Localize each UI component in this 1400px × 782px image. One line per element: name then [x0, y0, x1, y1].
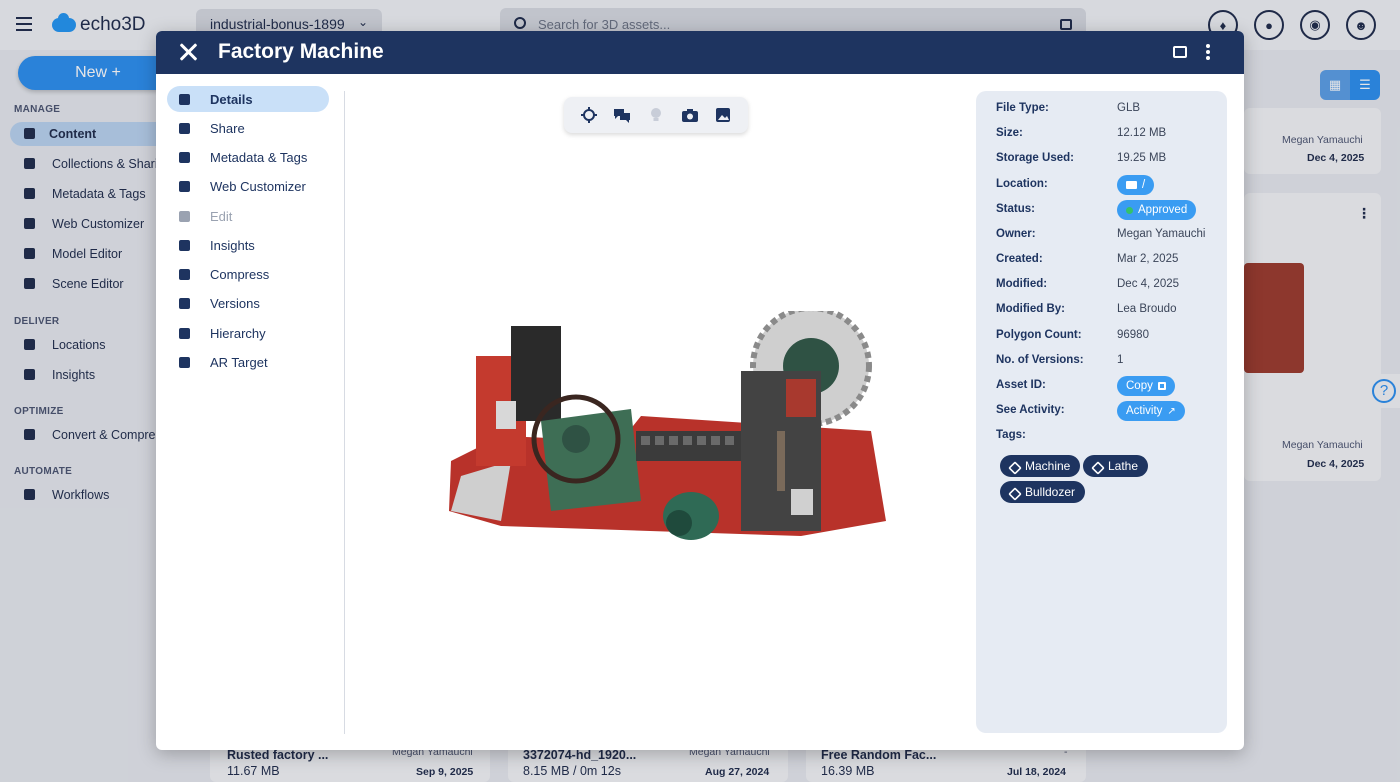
prop-value: GLB: [1117, 102, 1141, 114]
prop-value: Dec 4, 2025: [1117, 278, 1180, 290]
tab-label: Compress: [210, 267, 270, 282]
tab-web-customizer[interactable]: Web Customizer: [167, 173, 329, 199]
prop-value: Lea Broudo: [1117, 303, 1177, 315]
tab-edit[interactable]: Edit: [167, 203, 329, 229]
tab-share[interactable]: Share: [167, 115, 329, 141]
copy-icon: [1157, 382, 1166, 390]
lightbulb-icon[interactable]: [647, 106, 665, 124]
tab-label: Share: [210, 121, 245, 136]
prop-storage: Storage Used: 19.25 MB: [996, 149, 1226, 169]
prop-label: No. of Versions:: [996, 354, 1084, 366]
status-value: Approved: [1138, 204, 1188, 216]
comments-icon[interactable]: [613, 106, 631, 124]
modal-title: Factory Machine: [218, 40, 384, 63]
prop-label: Owner:: [996, 228, 1036, 240]
activity-button[interactable]: Activity ↗: [1117, 401, 1185, 421]
tab-versions[interactable]: Versions: [167, 290, 329, 316]
prop-label: Status:: [996, 203, 1035, 215]
tab-label: Edit: [210, 209, 233, 224]
prop-activity: See Activity: Activity ↗: [996, 401, 1226, 421]
cube-icon: [179, 94, 190, 105]
tab-compress[interactable]: Compress: [167, 261, 329, 287]
tab-label: Web Customizer: [210, 179, 306, 194]
prop-modified: Modified: Dec 4, 2025: [996, 275, 1226, 295]
comment-icon[interactable]: [1173, 46, 1187, 58]
modal-header: Factory Machine: [156, 31, 1244, 74]
tab-metadata-tags[interactable]: Metadata & Tags: [167, 144, 329, 170]
status-dot-icon: [1126, 206, 1133, 214]
asset-details-modal: Factory Machine Details Share Metadata &…: [156, 31, 1244, 750]
prop-label: Modified By:: [996, 303, 1065, 315]
tab-label: Details: [210, 92, 253, 107]
chart-icon: [179, 240, 190, 251]
prop-label: Created:: [996, 253, 1043, 265]
tag-chip[interactable]: Machine: [1000, 455, 1081, 477]
crosshair-icon[interactable]: [580, 106, 598, 124]
properties-panel: File Type: GLB Size: 12.12 MB Storage Used…: [976, 91, 1227, 733]
prop-value: 19.25 MB: [1117, 152, 1167, 164]
add-person-icon: [179, 123, 190, 134]
prop-label: Size:: [996, 127, 1023, 139]
nav-divider: [344, 91, 345, 734]
model-preview[interactable]: [441, 311, 901, 551]
prop-value: Megan Yamauchi: [1117, 228, 1206, 240]
more-vertical-icon[interactable]: [1206, 44, 1210, 60]
prop-status: Status: Approved: [996, 200, 1226, 220]
prop-label: Tags:: [996, 429, 1026, 441]
lock-icon: [179, 211, 190, 222]
prop-label: See Activity:: [996, 404, 1065, 416]
prop-polygon-count: Polygon Count: 96980: [996, 326, 1226, 346]
versions-icon: [179, 298, 190, 309]
tab-label: AR Target: [210, 355, 268, 370]
vr-icon: [179, 181, 190, 192]
prop-location: Location: /: [996, 175, 1226, 195]
tag-icon: [179, 152, 190, 163]
prop-versions: No. of Versions: 1: [996, 351, 1226, 371]
prop-value: 1: [1117, 354, 1124, 366]
hierarchy-icon: [179, 328, 190, 339]
tab-details[interactable]: Details: [167, 86, 329, 112]
prop-created: Created: Mar 2, 2025: [996, 250, 1226, 270]
chart-line-icon: ↗: [1167, 405, 1176, 417]
prop-file-type: File Type: GLB: [996, 99, 1226, 119]
status-badge[interactable]: Approved: [1117, 200, 1197, 220]
qr-icon: [179, 357, 190, 368]
modal-nav: Details Share Metadata & Tags Web Custom…: [156, 74, 346, 750]
prop-label: File Type:: [996, 102, 1049, 114]
tab-ar-target[interactable]: AR Target: [167, 349, 329, 375]
copy-id-button[interactable]: Copy: [1117, 376, 1175, 396]
prop-size: Size: 12.12 MB: [996, 124, 1226, 144]
location-value: /: [1142, 179, 1146, 191]
prop-owner: Owner: Megan Yamauchi: [996, 225, 1226, 245]
camera-icon[interactable]: [681, 106, 699, 124]
tab-hierarchy[interactable]: Hierarchy: [167, 320, 329, 346]
prop-tags: Tags:: [996, 426, 1226, 446]
prop-label: Modified:: [996, 278, 1048, 290]
viewer-toolbar: [564, 97, 748, 133]
close-icon[interactable]: [176, 40, 200, 64]
prop-value: 96980: [1117, 329, 1149, 341]
prop-label: Storage Used:: [996, 152, 1074, 164]
prop-value: Mar 2, 2025: [1117, 253, 1179, 265]
prop-value: 12.12 MB: [1117, 127, 1167, 139]
tab-label: Insights: [210, 238, 255, 253]
location-chip[interactable]: /: [1117, 175, 1155, 195]
activity-label: Activity: [1126, 405, 1163, 417]
folder-icon: [1126, 181, 1137, 189]
prop-label: Location:: [996, 178, 1048, 190]
tab-label: Hierarchy: [210, 326, 266, 341]
prop-label: Asset ID:: [996, 379, 1046, 391]
tab-label: Versions: [210, 296, 260, 311]
tag-chip[interactable]: Lathe: [1083, 455, 1149, 477]
prop-modified-by: Modified By: Lea Broudo: [996, 300, 1226, 320]
tab-label: Metadata & Tags: [210, 150, 308, 165]
image-icon[interactable]: [714, 106, 732, 124]
prop-asset-id: Asset ID: Copy: [996, 376, 1226, 396]
tag-chip[interactable]: Bulldozer: [1000, 481, 1086, 503]
tab-insights[interactable]: Insights: [167, 232, 329, 258]
compress-icon: [179, 269, 190, 280]
prop-label: Polygon Count:: [996, 329, 1082, 341]
copy-label: Copy: [1126, 380, 1153, 392]
